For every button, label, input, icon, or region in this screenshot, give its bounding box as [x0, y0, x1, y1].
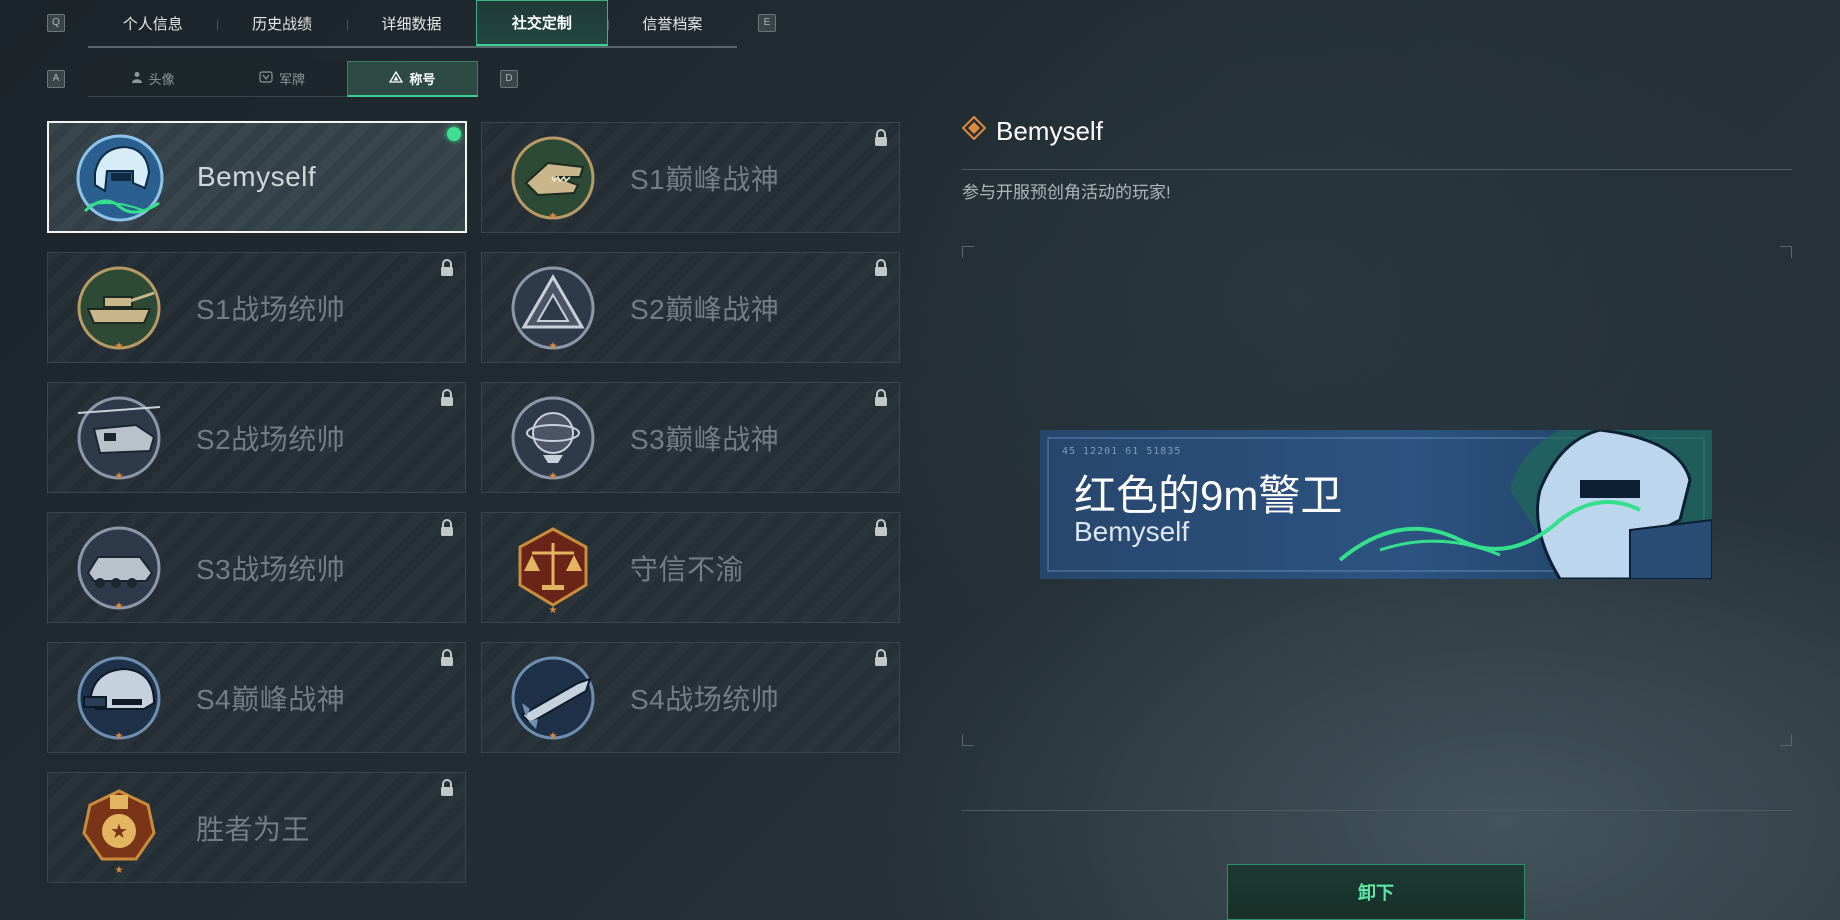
- medal-emblem-icon: ★ ★: [74, 783, 164, 876]
- dogtag-icon: [259, 71, 273, 86]
- title-card[interactable]: ★ S3战场统帅: [47, 512, 466, 623]
- banner-sub-text: Bemyself: [1074, 516, 1190, 547]
- title-card-label: S1战场统帅: [196, 293, 346, 325]
- title-card-label: 胜者为王: [196, 813, 311, 845]
- title-card[interactable]: ★ 守信不渝: [481, 512, 900, 623]
- equipped-indicator-dot: [447, 127, 461, 141]
- svg-text:★: ★: [115, 471, 124, 482]
- title-card-label: S4战场统帅: [630, 683, 780, 715]
- subtab-dogtag[interactable]: 军牌: [217, 61, 347, 97]
- tab-match-history[interactable]: 历史战绩: [217, 0, 346, 46]
- top-tab-bar: 个人信息 历史战绩 详细数据 社交定制 信誉档案: [88, 0, 737, 48]
- tab-detailed-data[interactable]: 详细数据: [346, 0, 476, 46]
- globe-emblem-icon: ★: [508, 393, 598, 483]
- banner-code-text: 45 12201 61 51835: [1062, 446, 1182, 457]
- bottom-divider: [962, 810, 1792, 811]
- svg-text:★: ★: [115, 341, 124, 352]
- svg-text:★: ★: [115, 731, 124, 742]
- svg-text:★: ★: [549, 605, 558, 613]
- triangle-emblem-icon: ★: [508, 263, 598, 353]
- title-card-label: 守信不渝: [630, 553, 745, 585]
- lock-icon: [439, 389, 455, 407]
- apc-emblem-icon: ★: [74, 523, 164, 613]
- unequip-button[interactable]: 卸下: [1227, 864, 1525, 920]
- next-subtab-key-hint: D: [500, 70, 518, 88]
- title-card-label: S4巅峰战神: [196, 683, 346, 715]
- lock-icon: [439, 779, 455, 797]
- title-triangle-icon: [389, 70, 404, 86]
- title-card-label: S3巅峰战神: [630, 423, 780, 455]
- detail-title: Bemyself: [961, 115, 1103, 147]
- lock-icon: [873, 649, 889, 667]
- title-card[interactable]: ★ ★ 胜者为王: [47, 772, 466, 883]
- sub-tab-bar: 头像 军牌 称号: [88, 61, 478, 97]
- svg-text:★: ★: [549, 211, 558, 222]
- svg-text:★: ★: [549, 731, 558, 742]
- lock-icon: [439, 649, 455, 667]
- helicopter-emblem-icon: ★: [74, 393, 164, 483]
- missile-emblem-icon: ★: [508, 653, 598, 743]
- subtab-dogtag-label: 军牌: [278, 72, 305, 87]
- detail-divider: [962, 169, 1792, 170]
- prev-tab-key-hint: Q: [47, 14, 65, 32]
- person-icon: [131, 71, 143, 86]
- title-card[interactable]: ★ S4巅峰战神: [47, 642, 466, 753]
- title-card[interactable]: ★ S1战场统帅: [47, 252, 466, 363]
- banner-main-text: 红色的9m警卫: [1074, 472, 1343, 519]
- tab-social-customization[interactable]: 社交定制: [476, 0, 608, 46]
- title-card-label: S3战场统帅: [196, 553, 346, 585]
- lock-icon: [439, 259, 455, 277]
- lock-icon: [439, 519, 455, 537]
- title-card[interactable]: ★ S1巅峰战神: [481, 122, 900, 233]
- subtab-avatar[interactable]: 头像: [88, 61, 218, 97]
- lock-icon: [873, 259, 889, 277]
- subtab-avatar-label: 头像: [148, 72, 175, 87]
- crocodile-emblem-icon: ★: [508, 133, 598, 223]
- tab-personal-info[interactable]: 个人信息: [88, 0, 217, 46]
- tab-reputation-record[interactable]: 信誉档案: [607, 0, 737, 46]
- svg-text:★: ★: [115, 865, 124, 873]
- preview-frame-corner: [962, 246, 974, 258]
- title-card[interactable]: ★ S2巅峰战神: [481, 252, 900, 363]
- bemyself-emblem-icon: [75, 133, 165, 223]
- title-card[interactable]: ★ S4战场统帅: [481, 642, 900, 753]
- title-banner-preview: 45 12201 61 51835 红色的9m警卫 Bemyself: [1040, 430, 1712, 579]
- svg-text:★: ★: [110, 821, 128, 843]
- helmet-emblem-icon: ★: [74, 653, 164, 743]
- svg-text:★: ★: [115, 601, 124, 612]
- title-card-label: S1巅峰战神: [630, 163, 780, 195]
- title-card-label: S2战场统帅: [196, 423, 346, 455]
- lock-icon: [873, 129, 889, 147]
- preview-frame-corner: [962, 734, 974, 746]
- scales-emblem-icon: ★: [508, 523, 598, 616]
- detail-description: 参与开服预创角活动的玩家!: [962, 183, 1171, 202]
- lock-icon: [873, 389, 889, 407]
- svg-text:★: ★: [549, 471, 558, 482]
- title-card[interactable]: Bemyself: [47, 121, 467, 233]
- preview-frame-corner: [1780, 734, 1792, 746]
- preview-frame-corner: [1780, 246, 1792, 258]
- lock-icon: [873, 519, 889, 537]
- tank-emblem-icon: ★: [74, 263, 164, 353]
- subtab-title-label: 称号: [409, 72, 436, 87]
- title-card[interactable]: ★ S3巅峰战神: [481, 382, 900, 493]
- title-card-label: Bemyself: [197, 161, 317, 192]
- title-diamond-icon: [961, 115, 987, 147]
- title-card[interactable]: ★ S2战场统帅: [47, 382, 466, 493]
- detail-title-text: Bemyself: [996, 116, 1103, 146]
- prev-subtab-key-hint: A: [47, 70, 65, 88]
- title-card-label: S2巅峰战神: [630, 293, 780, 325]
- next-tab-key-hint: E: [758, 14, 776, 32]
- subtab-title[interactable]: 称号: [346, 61, 478, 97]
- svg-text:★: ★: [549, 341, 558, 352]
